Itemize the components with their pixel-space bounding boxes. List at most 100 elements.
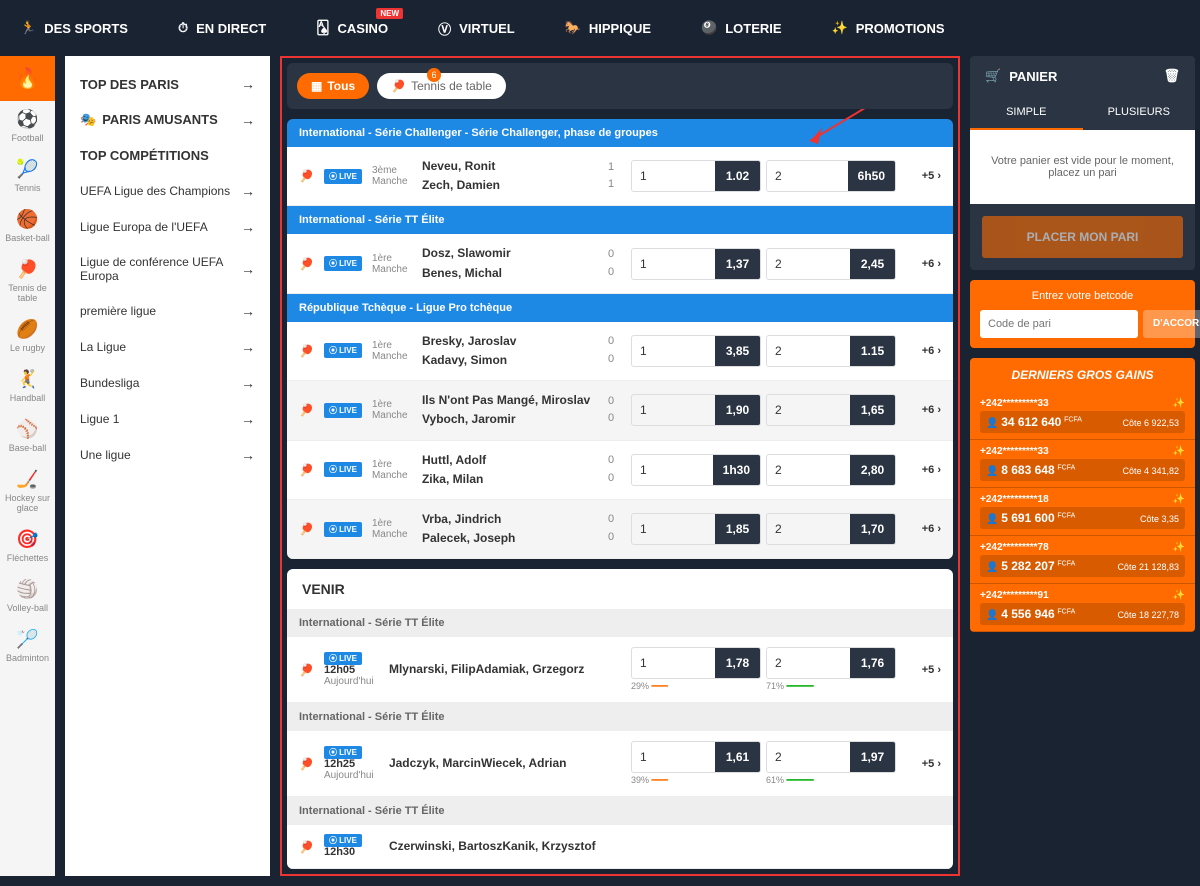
tab-simple[interactable]: SIMPLE	[970, 96, 1083, 130]
odd-1[interactable]: 11,37	[631, 248, 761, 280]
table-tennis-icon: 🏓	[299, 663, 314, 677]
more-odds[interactable]: +6 ›	[906, 258, 941, 270]
sport-tennis-de-table[interactable]: 🏓Tennis de table	[0, 251, 55, 311]
league-header[interactable]: République Tchèque - Ligue Pro tchèque	[287, 294, 953, 322]
sports-nav-hot[interactable]: 🔥	[0, 56, 55, 101]
venir-title: VENIR	[287, 569, 953, 609]
league-header[interactable]: International - Série TT Élite	[287, 206, 953, 234]
league-header[interactable]: International - Série TT Élite	[287, 609, 953, 637]
recent-wins: DERNIERS GROS GAINS +242*********33✨ 👤 3…	[970, 358, 1195, 632]
odd-2[interactable]: 22,80	[766, 454, 896, 486]
trash-icon[interactable]: 🗑	[1163, 68, 1180, 84]
betcode-widget: Entrez votre betcode D'ACCORD	[970, 280, 1195, 348]
comp-item[interactable]: Ligue 1→	[65, 401, 270, 437]
odd-2[interactable]: 21,97	[766, 741, 896, 773]
odd-1[interactable]: 11,85	[631, 513, 761, 545]
players: Dosz, SlawomirBenes, Michal	[422, 244, 591, 282]
comp-item[interactable]: UEFA Ligue des Champions→	[65, 173, 270, 209]
more-odds[interactable]: +6 ›	[906, 464, 941, 476]
odd-1[interactable]: 11.02	[631, 160, 761, 192]
basket-tabs: SIMPLE PLUSIEURS	[970, 96, 1195, 130]
sport-fléchettes[interactable]: 🎯Fléchettes	[0, 521, 55, 571]
tab-multiple[interactable]: PLUSIEURS	[1083, 96, 1196, 130]
odd-2[interactable]: 21,65	[766, 394, 896, 426]
basket-header: 🛒PANIER🗑	[970, 56, 1195, 96]
more-odds[interactable]: +6 ›	[906, 523, 941, 535]
sport-base-ball[interactable]: ⚾Base-ball	[0, 411, 55, 461]
new-badge: NEW	[376, 8, 403, 19]
nav-promo[interactable]: ✨PROMOTIONS	[832, 20, 945, 36]
odd-1[interactable]: 11h30	[631, 454, 761, 486]
event-row[interactable]: 🏓 ⦿ LIVE 1èreManche Ils N'ont Pas Mangé,…	[287, 381, 953, 440]
table-tennis-icon: 🏓	[299, 257, 314, 271]
event-row[interactable]: 🏓 ⦿ LIVE 12h30 Czerwinski, BartoszKanik,…	[287, 825, 953, 869]
odd-2[interactable]: 26h50	[766, 160, 896, 192]
manche-label: 1èreManche	[372, 459, 412, 481]
sport-football[interactable]: ⚽Football	[0, 101, 55, 151]
nav-virtual[interactable]: ⓋVIRTUEL	[438, 19, 515, 38]
scores: 00	[601, 333, 621, 368]
sport-handball[interactable]: 🤾Handball	[0, 361, 55, 411]
more-odds[interactable]: +5 ›	[906, 170, 941, 182]
odd-1[interactable]: 11,90	[631, 394, 761, 426]
event-row[interactable]: 🏓 ⦿ LIVE 3èmeManche Neveu, RonitZech, Da…	[287, 147, 953, 206]
live-badge: ⦿ LIVE	[324, 522, 362, 537]
odd-2[interactable]: 21,70	[766, 513, 896, 545]
event-row[interactable]: 🏓 ⦿ LIVE 12h05Aujourd'hui Mlynarski, Fil…	[287, 637, 953, 703]
nav-live[interactable]: ⏱EN DIRECT	[178, 20, 266, 36]
sport-tennis[interactable]: 🎾Tennis	[0, 151, 55, 201]
top-paris-header[interactable]: TOP DES PARIS→	[65, 66, 270, 102]
nav-lottery[interactable]: 🎱LOTERIE	[701, 20, 782, 36]
comp-item[interactable]: La Ligue→	[65, 329, 270, 365]
place-bet-button[interactable]: PLACER MON PARI	[982, 216, 1183, 258]
odd-1[interactable]: 13,85	[631, 335, 761, 367]
odd-1[interactable]: 11,61	[631, 741, 761, 773]
sport-badminton[interactable]: 🏸Badminton	[0, 621, 55, 671]
live-badge: ⦿ LIVE	[324, 343, 362, 358]
nav-sports[interactable]: 🏃DES SPORTS	[20, 20, 128, 36]
players: Czerwinski, BartoszKanik, Krzysztof	[389, 837, 941, 856]
sport-le-rugby[interactable]: 🏉Le rugby	[0, 311, 55, 361]
event-row[interactable]: 🏓 ⦿ LIVE 1èreManche Dosz, SlawomirBenes,…	[287, 234, 953, 293]
more-odds[interactable]: +5 ›	[906, 758, 941, 770]
comp-item[interactable]: Ligue Europa de l'UEFA→	[65, 209, 270, 245]
event-row[interactable]: 🏓 ⦿ LIVE 12h25Aujourd'hui Jadczyk, Marci…	[287, 731, 953, 797]
more-odds[interactable]: +6 ›	[906, 345, 941, 357]
scores: 00	[601, 246, 621, 281]
more-odds[interactable]: +5 ›	[906, 664, 941, 676]
win-item[interactable]: +242*********91✨ 👤 4 556 946 FCFACôte 18…	[970, 584, 1195, 632]
win-item[interactable]: +242*********78✨ 👤 5 282 207 FCFACôte 21…	[970, 536, 1195, 584]
win-item[interactable]: +242*********33✨ 👤 34 612 640 FCFACôte 6…	[970, 392, 1195, 440]
odd-2[interactable]: 21,76	[766, 647, 896, 679]
league-header[interactable]: International - Série Challenger - Série…	[287, 119, 953, 147]
filter-table-tennis[interactable]: 🏓Tennis de table	[377, 73, 506, 99]
event-row[interactable]: 🏓 ⦿ LIVE 1èreManche Vrba, JindrichPalece…	[287, 500, 953, 559]
event-time: ⦿ LIVE 12h30	[324, 835, 379, 858]
table-tennis-icon: 🏓	[299, 757, 314, 771]
comp-item[interactable]: Une ligue→	[65, 437, 270, 473]
event-row[interactable]: 🏓 ⦿ LIVE 1èreManche Bresky, JaroslavKada…	[287, 322, 953, 381]
filter-all[interactable]: ▦Tous	[297, 73, 369, 99]
betcode-submit[interactable]: D'ACCORD	[1143, 310, 1200, 338]
comp-item[interactable]: première ligue→	[65, 293, 270, 329]
nav-casino[interactable]: 🂡CASINONEW	[316, 20, 388, 36]
comp-item[interactable]: Bundesliga→	[65, 365, 270, 401]
sport-volley-ball[interactable]: 🏐Volley-ball	[0, 571, 55, 621]
scores: 00	[601, 452, 621, 487]
cart-icon: 🛒	[985, 68, 1001, 84]
sport-hockey-sur-glace[interactable]: 🏒Hockey sur glace	[0, 461, 55, 521]
win-item[interactable]: +242*********33✨ 👤 8 683 648 FCFACôte 4 …	[970, 440, 1195, 488]
league-header[interactable]: International - Série TT Élite	[287, 703, 953, 731]
event-row[interactable]: 🏓 ⦿ LIVE 1èreManche Huttl, AdolfZika, Mi…	[287, 441, 953, 500]
league-header[interactable]: International - Série TT Élite	[287, 797, 953, 825]
more-odds[interactable]: +6 ›	[906, 404, 941, 416]
paris-amusants-header[interactable]: 🎭PARIS AMUSANTS→	[65, 102, 270, 138]
nav-horse[interactable]: 🐎HIPPIQUE	[565, 20, 651, 36]
comp-item[interactable]: Ligue de conférence UEFA Europa→	[65, 245, 270, 293]
betcode-input[interactable]	[980, 310, 1138, 338]
odd-1[interactable]: 11,78	[631, 647, 761, 679]
odd-2[interactable]: 21.15	[766, 335, 896, 367]
odd-2[interactable]: 22,45	[766, 248, 896, 280]
sport-basket-ball[interactable]: 🏀Basket-ball	[0, 201, 55, 251]
win-item[interactable]: +242*********18✨ 👤 5 691 600 FCFACôte 3,…	[970, 488, 1195, 536]
